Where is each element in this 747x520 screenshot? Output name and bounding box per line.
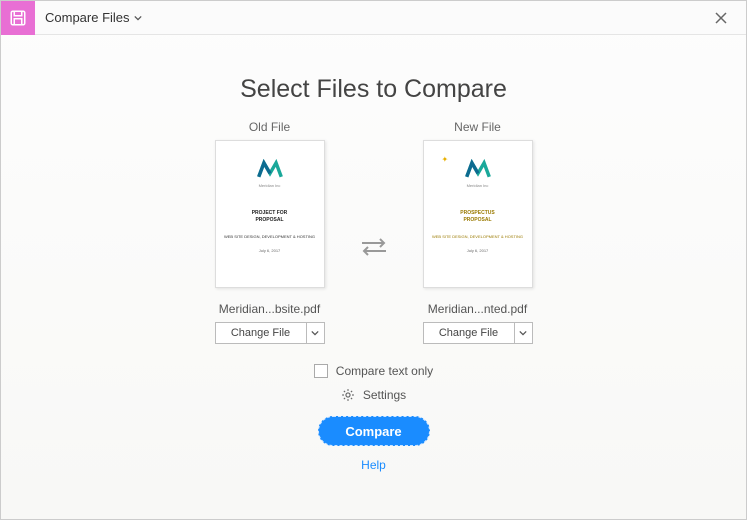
compare-files-dialog: Compare Files Select Files to Compare Ol… [0,0,747,520]
doc-date-text: July 6, 2017 [259,248,281,253]
compare-text-only-option[interactable]: Compare text only [314,364,433,378]
compare-text-only-checkbox[interactable] [314,364,328,378]
logo-caption: Meridian Inc [259,183,281,188]
old-file-label: Old File [249,120,290,134]
compare-button-label: Compare [345,424,401,439]
logo-caption: Meridian Inc [467,183,489,188]
meridian-logo-icon [465,159,491,179]
new-file-name: Meridian...nted.pdf [428,302,527,316]
doc-subtitle-text: WEB SITE DESIGN, DEVELOPMENT & HOSTING [432,235,523,240]
change-marker-icon: ✦ [442,155,449,164]
doc-title-text: PROJECT FORPROPOSAL [252,210,288,223]
window-title[interactable]: Compare Files [45,10,142,25]
title-label: Compare Files [45,10,130,25]
help-link[interactable]: Help [41,458,706,472]
old-file-thumbnail[interactable]: Meridian Inc PROJECT FORPROPOSAL WEB SIT… [215,140,325,288]
options-area: Compare text only Settings [41,364,706,402]
doc-title-text: PROSPECTUSPROPOSAL [460,210,494,223]
app-icon [1,1,35,35]
files-row: Old File Meridian Inc PROJECT FORPROPOSA… [41,120,706,344]
old-file-column: Old File Meridian Inc PROJECT FORPROPOSA… [210,120,330,344]
page-heading: Select Files to Compare [41,75,706,104]
dropdown-icon [134,14,142,22]
meridian-logo-icon [257,159,283,179]
content-area: Select Files to Compare Old File Meridia… [1,35,746,482]
swap-arrows-icon [358,235,390,259]
new-file-label: New File [454,120,501,134]
old-change-file-button[interactable]: Change File [215,322,325,344]
titlebar: Compare Files [1,1,746,35]
chevron-down-icon [311,329,319,337]
swap-files-button[interactable] [358,235,390,259]
close-icon [715,12,727,24]
change-file-label: Change File [424,323,514,343]
new-file-column: New File ✦ Meridian Inc PROSPECTUSPROPOS… [418,120,538,344]
close-button[interactable] [706,3,736,33]
save-icon [9,9,27,27]
settings-label: Settings [363,388,406,402]
help-label: Help [361,458,386,472]
compare-button[interactable]: Compare [318,416,430,446]
old-file-name: Meridian...bsite.pdf [219,302,320,316]
change-file-label: Change File [216,323,306,343]
new-file-thumbnail[interactable]: ✦ Meridian Inc PROSPECTUSPROPOSAL WEB SI… [423,140,533,288]
settings-link[interactable]: Settings [341,388,406,402]
compare-text-only-label: Compare text only [336,364,433,378]
change-file-dropdown[interactable] [306,323,324,343]
change-file-dropdown[interactable] [514,323,532,343]
new-change-file-button[interactable]: Change File [423,322,533,344]
gear-icon [341,388,355,402]
doc-subtitle-text: WEB SITE DESIGN, DEVELOPMENT & HOSTING [224,235,315,240]
chevron-down-icon [519,329,527,337]
doc-date-text: July 6, 2017 [467,248,489,253]
